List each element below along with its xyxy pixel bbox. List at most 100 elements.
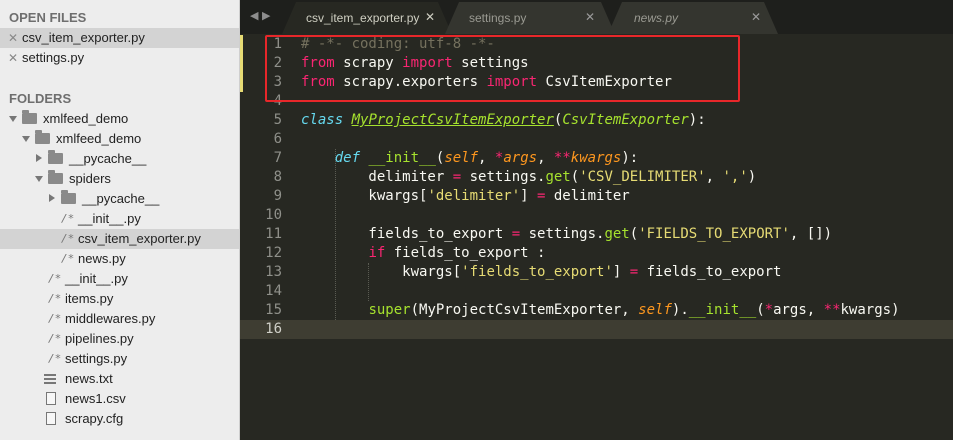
code-token: , []) xyxy=(789,226,833,242)
code-token: ( xyxy=(756,302,765,318)
code-line[interactable]: super(MyProjectCsvItemExporter, self).__… xyxy=(301,301,900,320)
folder-item[interactable]: __pycache__ xyxy=(0,149,239,169)
modified-line-marker xyxy=(240,35,243,92)
tree-item-label: scrapy.cfg xyxy=(65,411,124,426)
tree-item-label: pipelines.py xyxy=(65,331,134,346)
code-token: kwargs[ xyxy=(301,188,428,204)
code-token: get xyxy=(545,169,571,185)
line-number: 9 xyxy=(273,188,282,204)
tree-item-label: __init__.py xyxy=(65,271,128,286)
open-file-item[interactable]: ✕ csv_item_exporter.py xyxy=(0,28,239,48)
file-item[interactable]: /* news.py xyxy=(0,249,239,269)
folder-icon xyxy=(35,130,50,144)
tab-news[interactable]: news.py ✕ xyxy=(608,2,778,34)
close-icon[interactable]: ✕ xyxy=(8,48,18,68)
code-line[interactable]: kwargs['fields_to_export'] = fields_to_e… xyxy=(301,263,781,282)
tree-item-label: settings.py xyxy=(65,351,128,366)
code-token: args xyxy=(503,150,538,166)
code-line[interactable]: class MyProjectCsvItemExporter(CsvItemEx… xyxy=(301,111,706,130)
code-line[interactable]: kwargs['delimiter'] = delimiter xyxy=(301,187,629,206)
file-item[interactable]: /* pipelines.py xyxy=(0,329,239,349)
line-number: 15 xyxy=(265,302,282,318)
line-number: 11 xyxy=(265,226,282,242)
python-file-icon: /* xyxy=(48,312,62,325)
code-token: CsvItemExporter xyxy=(562,112,689,128)
line-number: 5 xyxy=(273,112,282,128)
code-token: 'CSV_DELIMITER' xyxy=(579,169,706,185)
code-token: ): xyxy=(621,150,639,166)
code-token: kwargs) xyxy=(840,302,900,318)
tab-label: csv_item_exporter.py xyxy=(306,11,420,25)
tree-item-label: __pycache__ xyxy=(82,191,160,206)
code-token: 'delimiter' xyxy=(427,188,521,204)
code-token: , xyxy=(537,150,554,166)
python-file-icon: /* xyxy=(48,352,62,365)
file-item[interactable]: news.txt xyxy=(0,369,239,389)
code-token: ( xyxy=(629,226,639,242)
close-icon[interactable]: ✕ xyxy=(425,10,435,24)
code-token: ] xyxy=(520,188,538,204)
tree-item-label: items.py xyxy=(65,291,114,306)
code-token: , xyxy=(478,150,495,166)
python-file-icon: /* xyxy=(48,332,62,345)
code-line[interactable]: if fields_to_export : xyxy=(301,244,545,263)
folder-item[interactable]: spiders xyxy=(0,169,239,189)
folders-heading: FOLDERS xyxy=(9,91,72,106)
file-item[interactable]: /* items.py xyxy=(0,289,239,309)
tree-item-label: __init__.py xyxy=(78,211,141,226)
file-item[interactable]: /* csv_item_exporter.py xyxy=(0,229,239,249)
code-token: fields_to_export : xyxy=(385,245,546,261)
code-token: = xyxy=(511,226,521,242)
code-line[interactable]: def __init__(self, *args, **kwargs): xyxy=(301,149,639,168)
code-token: self xyxy=(444,150,479,166)
tree-item-label: news.txt xyxy=(65,371,113,386)
file-item[interactable]: news1.csv xyxy=(0,389,239,409)
python-file-icon: /* xyxy=(61,252,75,265)
tree-item-label: spiders xyxy=(69,171,111,186)
line-number: 6 xyxy=(273,131,282,147)
close-icon[interactable]: ✕ xyxy=(585,10,595,24)
folder-item[interactable]: xmlfeed_demo xyxy=(0,129,239,149)
code-token: args, xyxy=(773,302,824,318)
file-item[interactable]: /* __init__.py xyxy=(0,209,239,229)
chevron-down-icon[interactable] xyxy=(35,176,43,182)
file-item[interactable]: /* settings.py xyxy=(0,349,239,369)
folder-item[interactable]: __pycache__ xyxy=(0,189,239,209)
code-line[interactable]: delimiter = settings.get('CSV_DELIMITER'… xyxy=(301,168,756,187)
code-token: __init__ xyxy=(368,150,436,166)
tree-item-label: xmlfeed_demo xyxy=(43,111,129,126)
chevron-down-icon[interactable] xyxy=(22,136,30,142)
file-icon xyxy=(46,392,56,405)
code-token: (MyProjectCsvItemExporter, xyxy=(410,302,639,318)
open-files-list: ✕ csv_item_exporter.py ✕ settings.py xyxy=(0,28,239,68)
file-item[interactable]: scrapy.cfg xyxy=(0,409,239,429)
tab-settings[interactable]: settings.py ✕ xyxy=(445,2,615,34)
chevron-right-icon[interactable] xyxy=(49,194,55,202)
line-number: 16 xyxy=(265,321,282,337)
code-editor[interactable]: 1 # -*- coding: utf-8 -*- 2 from scrapy imp… xyxy=(240,34,953,440)
folder-icon xyxy=(22,110,37,124)
folder-item[interactable]: xmlfeed_demo xyxy=(0,109,239,129)
tree-item-label: csv_item_exporter.py xyxy=(78,231,201,246)
close-icon[interactable]: ✕ xyxy=(8,28,18,48)
python-file-icon: /* xyxy=(61,212,75,225)
file-item[interactable]: /* middlewares.py xyxy=(0,309,239,329)
line-number: 13 xyxy=(265,264,282,280)
chevron-down-icon[interactable] xyxy=(9,116,17,122)
tab-csv-item-exporter[interactable]: csv_item_exporter.py ✕ xyxy=(282,2,452,34)
tree-item-label: __pycache__ xyxy=(69,151,147,166)
triangle-right-icon[interactable]: ▶ xyxy=(262,9,270,22)
current-line-highlight xyxy=(240,320,953,339)
folder-icon xyxy=(48,170,63,184)
file-item[interactable]: /* __init__.py xyxy=(0,269,239,289)
close-icon[interactable]: ✕ xyxy=(751,10,761,24)
chevron-right-icon[interactable] xyxy=(36,154,42,162)
code-token: ** xyxy=(823,302,841,318)
open-file-item[interactable]: ✕ settings.py xyxy=(0,48,239,68)
code-line[interactable]: fields_to_export = settings.get('FIELDS_… xyxy=(301,225,832,244)
python-file-icon: /* xyxy=(48,292,62,305)
code-token: super xyxy=(368,302,411,318)
triangle-left-icon[interactable]: ◀ xyxy=(250,9,258,22)
